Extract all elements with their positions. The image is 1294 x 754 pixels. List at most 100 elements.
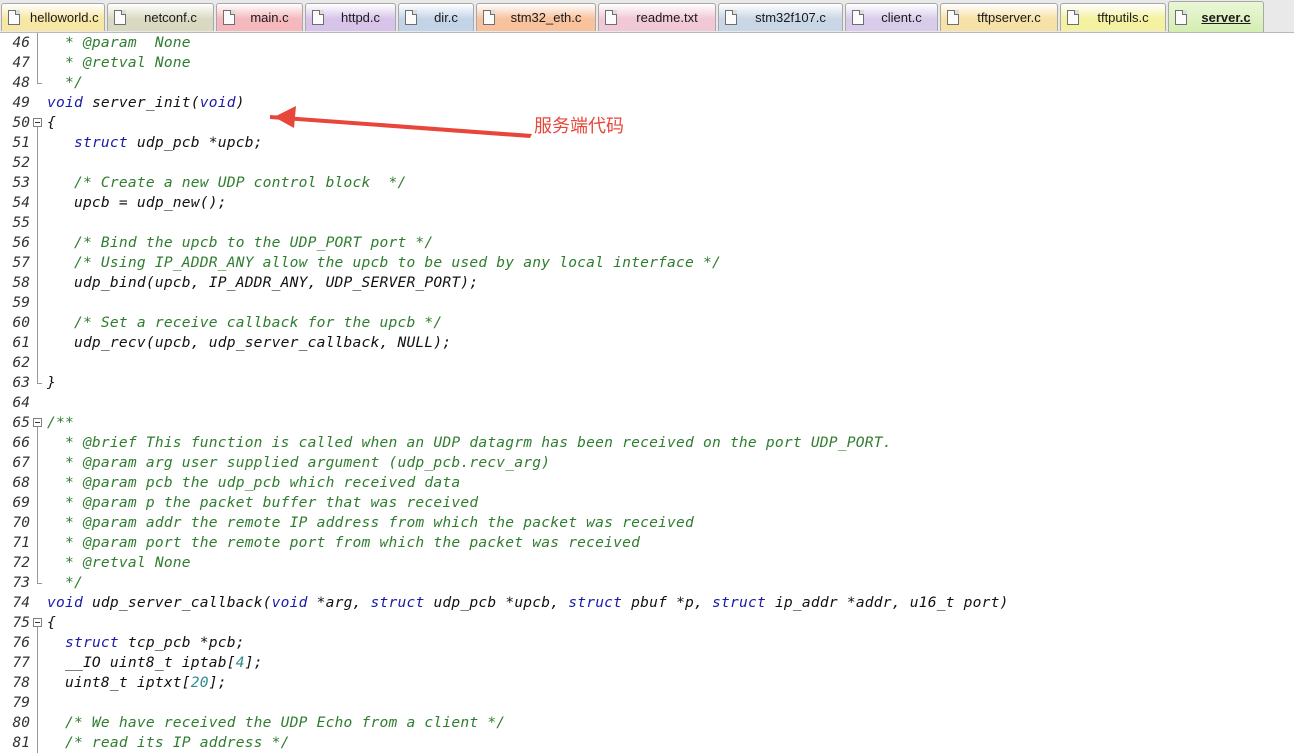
code-line[interactable]: 71 * @param port the remote port from wh…: [0, 533, 1294, 553]
tab-label: readme.txt: [636, 10, 698, 25]
tab-client-c[interactable]: client.c: [845, 3, 938, 31]
code-line[interactable]: 70 * @param addr the remote IP address f…: [0, 513, 1294, 533]
line-number: 55: [12, 215, 30, 231]
code-line[interactable]: 76 struct tcp_pcb *pcb;: [0, 633, 1294, 653]
tab-main-c[interactable]: main.c: [216, 3, 303, 31]
line-number: 54: [12, 195, 30, 211]
fold-end: [31, 373, 43, 393]
code-line[interactable]: 59: [0, 293, 1294, 313]
tab-label: tftpserver.c: [977, 10, 1041, 25]
code-line[interactable]: 63}: [0, 373, 1294, 393]
code-line[interactable]: 69 * @param p the packet buffer that was…: [0, 493, 1294, 513]
code-text: uint8_t iptxt[20];: [47, 674, 227, 691]
line-number: 63: [12, 375, 30, 391]
code-line[interactable]: 74 void udp_server_callback(void *arg, st…: [0, 593, 1294, 613]
code-line[interactable]: 52: [0, 153, 1294, 173]
fold-guide: [31, 433, 43, 453]
line-number: 48: [12, 75, 30, 91]
code-text: * @param port the remote port from which…: [47, 534, 641, 551]
arrow-shaft: [270, 115, 532, 138]
code-line[interactable]: 64: [0, 393, 1294, 413]
line-number: 77: [12, 655, 30, 671]
tab-dir-c[interactable]: dir.c: [398, 3, 474, 31]
code-line[interactable]: 49 void server_init(void): [0, 93, 1294, 113]
code-text: void server_init(void): [47, 94, 245, 111]
fold-guide: [31, 173, 43, 193]
document-icon: [852, 10, 864, 25]
code-line[interactable]: 62: [0, 353, 1294, 373]
fold-end: [31, 573, 43, 593]
tab-label: client.c: [881, 10, 922, 25]
code-line[interactable]: 65 /**: [0, 413, 1294, 433]
line-number: 50: [12, 115, 30, 131]
code-line[interactable]: 51 struct udp_pcb *upcb;: [0, 133, 1294, 153]
line-number: 80: [12, 715, 30, 731]
fold-guide: [31, 193, 43, 213]
line-number: 81: [12, 735, 30, 751]
tab-readme-txt[interactable]: readme.txt: [598, 3, 716, 31]
code-text: /**: [47, 414, 74, 431]
document-icon: [405, 10, 417, 25]
tab-server-c[interactable]: server.c: [1168, 1, 1264, 32]
fold-empty: [31, 393, 43, 413]
code-line[interactable]: 57 /* Using IP_ADDR_ANY allow the upcb t…: [0, 253, 1294, 273]
collapse-icon[interactable]: [31, 113, 43, 133]
tab-helloworld-c[interactable]: helloworld.c: [1, 3, 105, 31]
code-line[interactable]: 68 * @param pcb the udp_pcb which receiv…: [0, 473, 1294, 493]
code-line[interactable]: 66 * @brief This function is called when…: [0, 433, 1294, 453]
tab-stm32f107-c[interactable]: stm32f107.c: [718, 3, 843, 31]
line-number: 65: [12, 415, 30, 431]
fold-guide: [31, 153, 43, 173]
code-text: struct tcp_pcb *pcb;: [64, 634, 245, 651]
tab-tftpserver-c[interactable]: tftpserver.c: [940, 3, 1058, 31]
code-line[interactable]: 60 /* Set a receive callback for the upc…: [0, 313, 1294, 333]
tab-label: stm32f107.c: [755, 10, 826, 25]
code-text: /* Bind the upcb to the UDP_PORT port */: [47, 234, 434, 251]
document-icon: [223, 10, 235, 25]
document-icon: [605, 10, 617, 25]
fold-guide: [31, 713, 43, 733]
code-line[interactable]: 80 /* We have received the UDP Echo from…: [0, 713, 1294, 733]
code-line[interactable]: 67 * @param arg user supplied argument (…: [0, 453, 1294, 473]
tab-label: main.c: [250, 10, 289, 25]
line-number: 66: [12, 435, 30, 451]
code-text: {: [47, 114, 56, 131]
line-number: 71: [12, 535, 30, 551]
code-line[interactable]: 50 {: [0, 113, 1294, 133]
code-text: udp_bind(upcb, IP_ADDR_ANY, UDP_SERVER_P…: [47, 274, 479, 291]
collapse-icon[interactable]: [31, 613, 43, 633]
tab-netconf-c[interactable]: netconf.c: [107, 3, 214, 31]
code-text: /* Using IP_ADDR_ANY allow the upcb to b…: [47, 254, 721, 271]
tab-stm32-eth-c[interactable]: stm32_eth.c: [476, 3, 596, 31]
fold-empty: [31, 593, 43, 613]
code-line[interactable]: 72 * @retval None: [0, 553, 1294, 573]
code-line[interactable]: 77 __IO uint8_t iptab[4];: [0, 653, 1294, 673]
code-line[interactable]: 78 uint8_t iptxt[20];: [0, 673, 1294, 693]
code-line[interactable]: 46 * @param None: [0, 33, 1294, 53]
code-line[interactable]: 48 */: [0, 73, 1294, 93]
code-line[interactable]: 75 {: [0, 613, 1294, 633]
code-text: * @param addr the remote IP address from…: [47, 514, 695, 531]
code-text: * @param pcb the udp_pcb which received …: [47, 474, 461, 491]
tab-label: httpd.c: [340, 10, 381, 25]
tab-httpd-c[interactable]: httpd.c: [305, 3, 396, 31]
code-text: /* Set a receive callback for the upcb *…: [47, 314, 443, 331]
code-line[interactable]: 47 * @retval None: [0, 53, 1294, 73]
annotation-arrow: [270, 106, 532, 138]
tab-tftputils-c[interactable]: tftputils.c: [1060, 3, 1166, 31]
code-line[interactable]: 54 upcb = udp_new();: [0, 193, 1294, 213]
code-line[interactable]: 73 */: [0, 573, 1294, 593]
code-text: void udp_server_callback(void *arg, stru…: [47, 594, 1009, 611]
code-line[interactable]: 79: [0, 693, 1294, 713]
code-line[interactable]: 55: [0, 213, 1294, 233]
code-line[interactable]: 61 udp_recv(upcb, udp_server_callback, N…: [0, 333, 1294, 353]
code-line[interactable]: 58 udp_bind(upcb, IP_ADDR_ANY, UDP_SERVE…: [0, 273, 1294, 293]
code-line[interactable]: 56 /* Bind the upcb to the UDP_PORT port…: [0, 233, 1294, 253]
line-number: 49: [12, 95, 30, 111]
collapse-icon[interactable]: [31, 413, 43, 433]
code-text: udp_recv(upcb, udp_server_callback, NULL…: [47, 334, 452, 351]
code-line[interactable]: 81 /* read its IP address */: [0, 733, 1294, 753]
code-line[interactable]: 53 /* Create a new UDP control block */: [0, 173, 1294, 193]
code-text: {: [47, 614, 56, 631]
code-editor[interactable]: 46 * @param None 47 * @retval None 48 */49…: [0, 33, 1294, 754]
